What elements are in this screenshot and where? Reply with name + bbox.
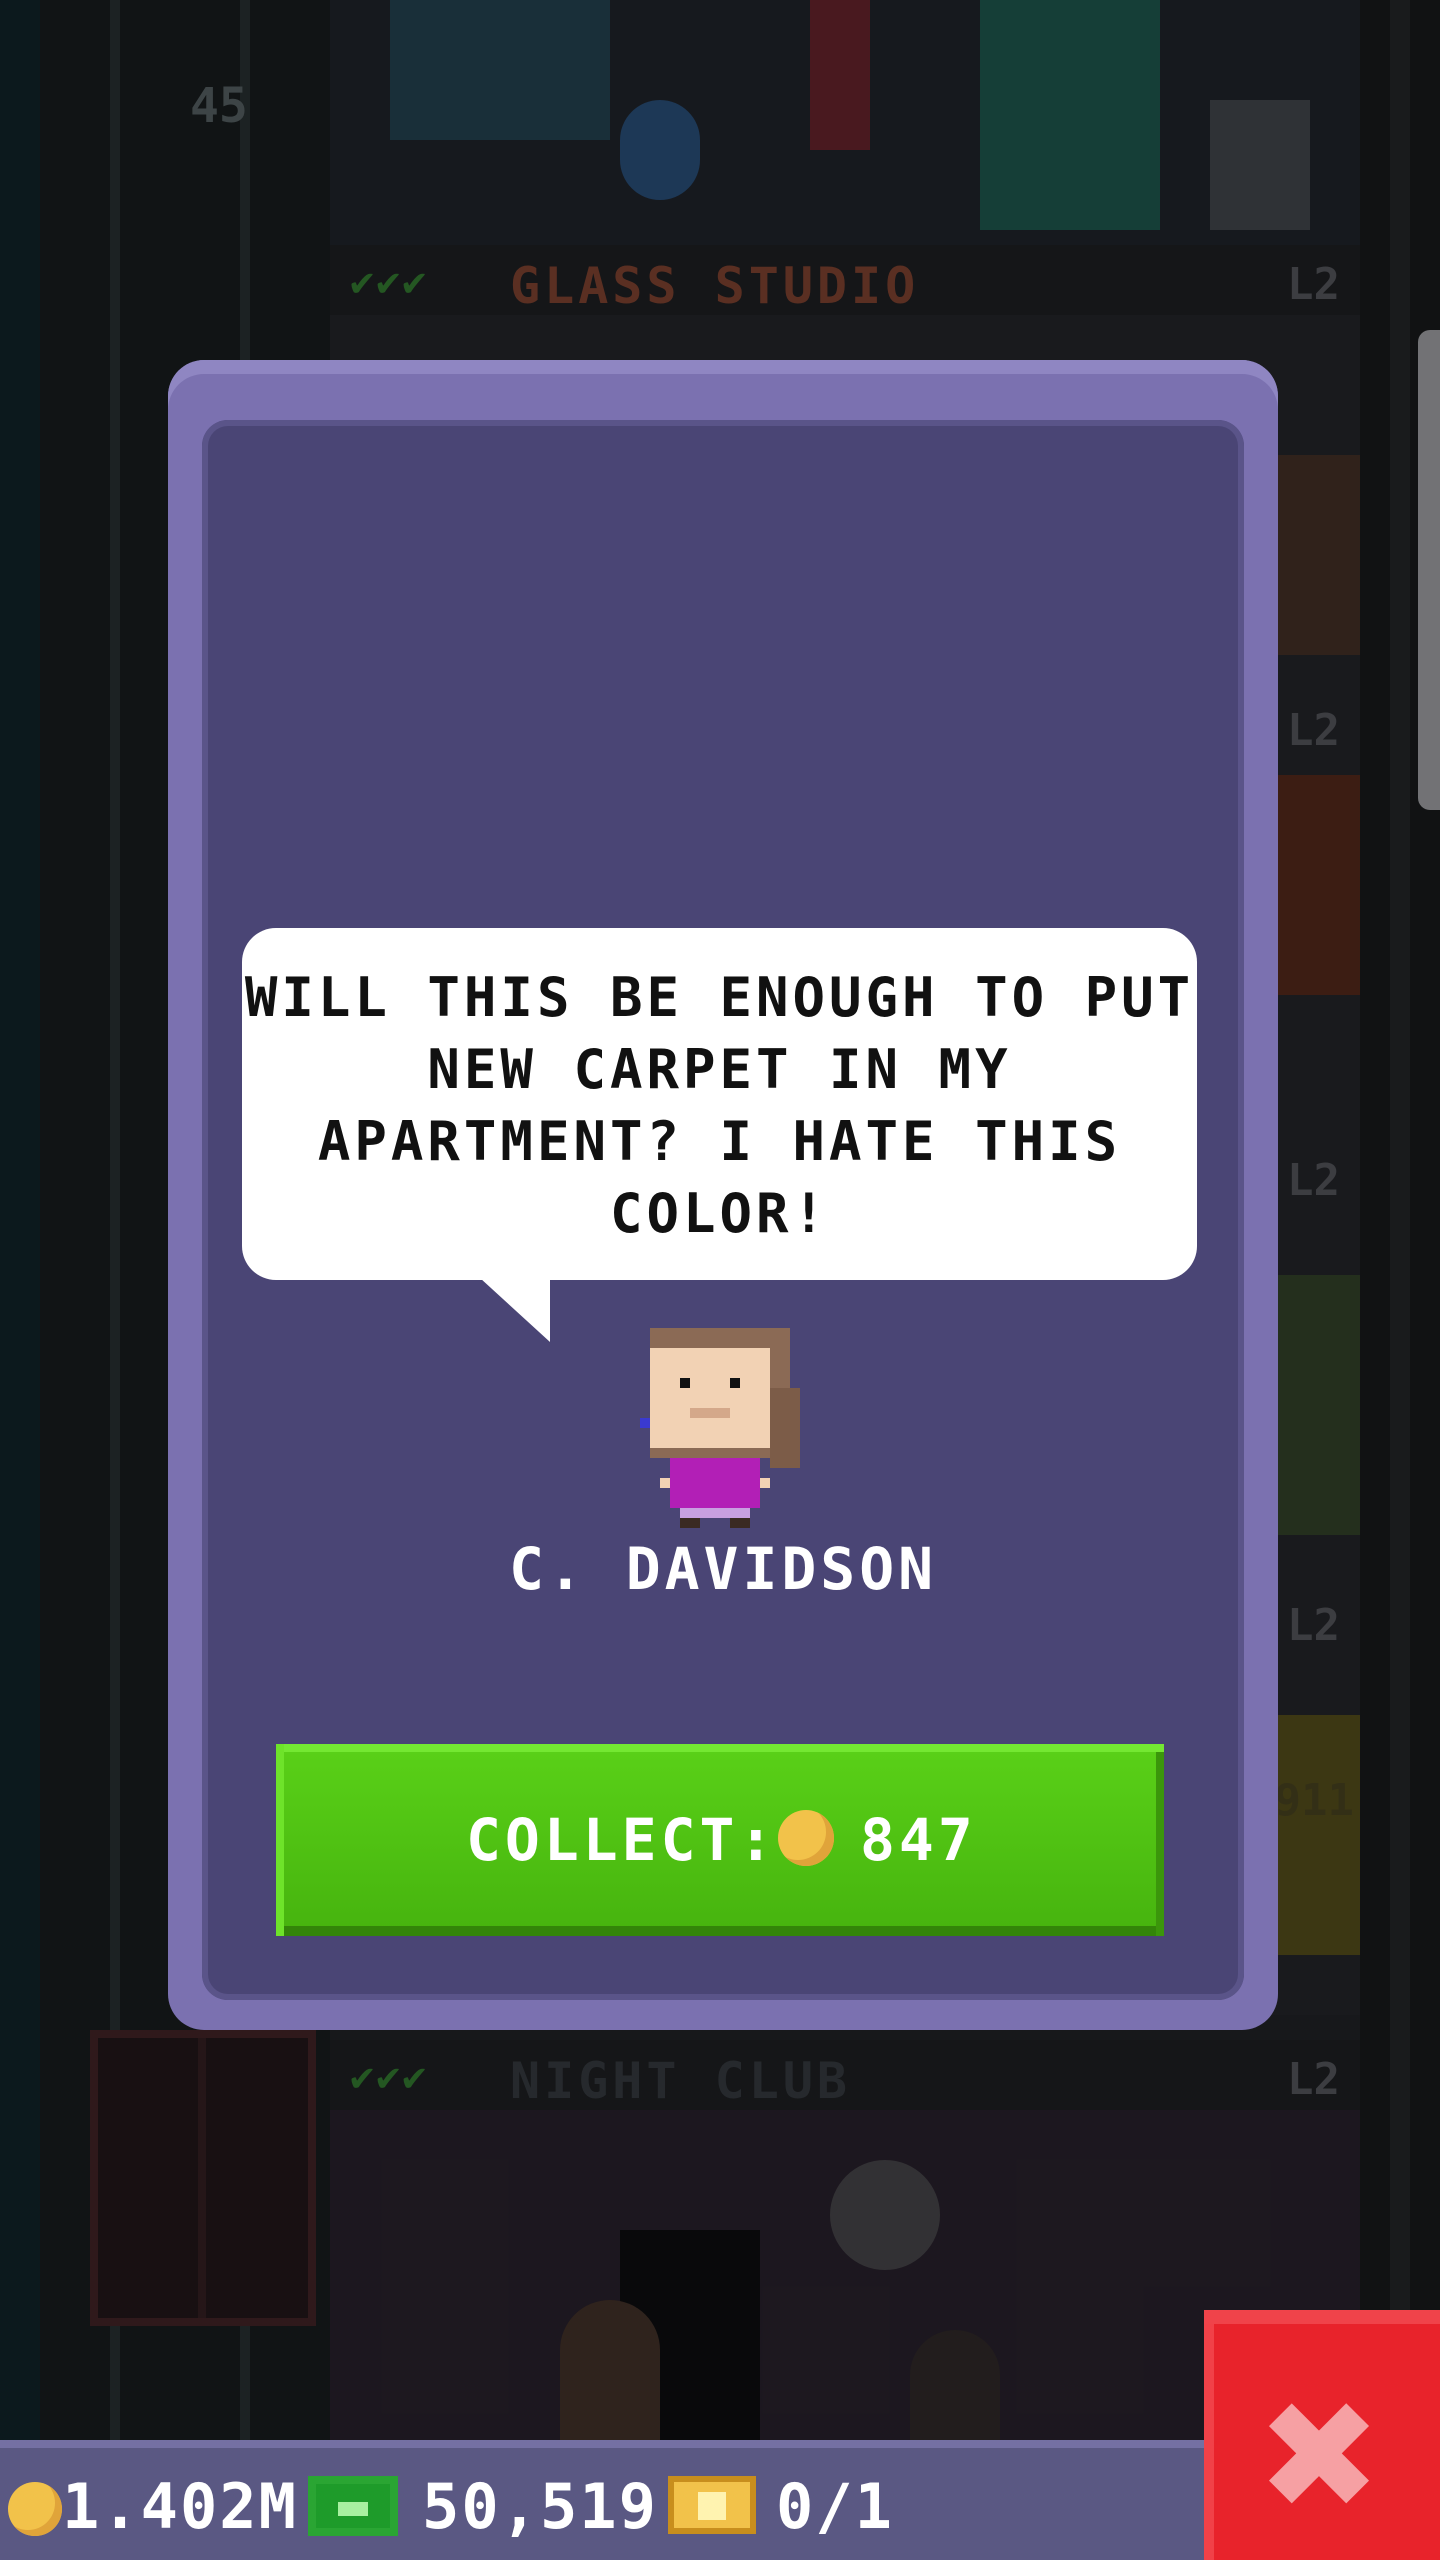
speech-bubble-tail [480,1278,550,1342]
coin-icon [8,2482,62,2536]
tickets-count: 0/1 [776,2470,894,2543]
speech-bubble: WILL THIS BE ENOUGH TO PUT NEW CARPET IN… [242,928,1197,1280]
coins-count: 1.402M [62,2470,298,2543]
coin-icon [778,1810,834,1866]
collect-amount: 847 [860,1806,977,1874]
bux-icon [308,2476,398,2536]
tenant-name: C. DAVIDSON [508,1535,938,1603]
close-button[interactable]: ✖ [1204,2310,1440,2560]
game-screen: 45 ✔✔✔ GLASS STUDIO L2 L2 L2 L2 911 ✔✔✔ … [0,0,1440,2560]
bux-count: 50,519 [422,2470,658,2543]
tenant-avatar [640,1328,800,1528]
collect-label: COLLECT: [466,1806,778,1874]
close-icon: ✖ [1256,2370,1382,2544]
ticket-icon [668,2476,756,2534]
collect-button[interactable]: COLLECT: 847 [276,1744,1164,1936]
speech-text: WILL THIS BE ENOUGH TO PUT NEW CARPET IN… [244,966,1195,1245]
